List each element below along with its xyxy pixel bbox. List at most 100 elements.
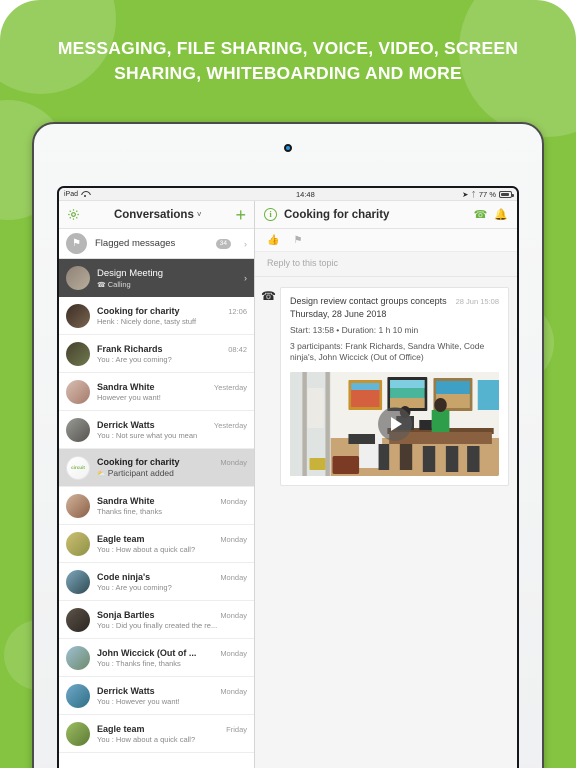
topic-title: Cooking for charity [284, 208, 390, 221]
conversation-name: Cooking for charity [97, 305, 180, 316]
conversations-toolbar: Conversations ˅ + [59, 201, 254, 229]
conversation-preview-text: Calling [107, 279, 131, 289]
conversation-body: Frank Richards 08:42 You : Are you coming? [97, 344, 247, 364]
topic-card-date: Thursday, 28 June 2018 [290, 309, 387, 319]
conversations-pane: Conversations ˅ + ⚑ Flagged messages 34 … [59, 201, 255, 768]
avatar [66, 341, 90, 366]
conversation-list[interactable]: Design Meeting ☎ Calling › Cooking for chari… [59, 259, 254, 768]
info-icon[interactable]: i [264, 208, 277, 221]
status-bar-right: ➤ ᛏ 77 % [462, 189, 514, 199]
conversation-preview-text: However you want! [97, 392, 161, 402]
conversation-row[interactable]: Eagle team Monday You : How about a quick … [59, 525, 254, 563]
recording-thumbnail[interactable] [290, 371, 499, 476]
bell-icon[interactable]: 🔔 [494, 208, 508, 221]
gear-icon[interactable] [67, 208, 80, 221]
conversation-timestamp: Monday [220, 458, 247, 467]
chevron-right-icon[interactable]: › [244, 273, 247, 283]
conversation-preview-text: Participant added [107, 468, 174, 478]
conversation-name: Derrick Watts [97, 685, 155, 696]
conversation-name: Frank Richards [97, 343, 163, 354]
topic-card[interactable]: Design review contact groups concepts 28… [280, 287, 509, 486]
avatar [66, 417, 90, 442]
conversation-name: Code ninja's [97, 571, 151, 582]
conversation-timestamp: Monday [220, 648, 247, 658]
carrier-label: iPad [64, 190, 79, 198]
person-added-icon: ⛅ [97, 471, 106, 478]
conversation-timestamp: Yesterday [213, 420, 247, 430]
conversation-body: Eagle team Monday You : How about a quick … [97, 534, 247, 554]
conversation-body: Sandra White Monday Thanks fine, thanks [97, 496, 247, 516]
conversation-name: Derrick Watts [97, 419, 155, 430]
phone-icon: ☎ [97, 281, 106, 289]
conversation-top-line: Sandra White Yesterday [97, 382, 247, 392]
conversation-body: Cooking for charity Monday ⛅ Participant ad… [97, 457, 247, 478]
conversation-timestamp: 08:42 [228, 344, 247, 354]
flagged-messages-label: Flagged messages [95, 238, 176, 249]
conversation-row[interactable]: circuit Cooking for charity Monday ⛅ Partici… [59, 449, 254, 487]
avatar [66, 303, 90, 328]
conversation-row[interactable]: Code ninja's Monday You : Are you coming? [59, 563, 254, 601]
conversation-row[interactable]: Cooking for charity 12:06 Henk : Nicely do… [59, 297, 254, 335]
split-view: Conversations ˅ + ⚑ Flagged messages 34 … [59, 201, 517, 768]
avatar [66, 531, 90, 556]
conversation-body: Code ninja's Monday You : Are you coming? [97, 572, 247, 592]
flagged-count-badge: 34 [215, 238, 231, 249]
chevron-down-icon: ˅ [196, 210, 202, 219]
conversation-row[interactable]: Sonja Bartles Monday You : Did you finally… [59, 601, 254, 639]
conversation-timestamp: Friday [226, 724, 247, 734]
conversation-preview-text: You : Are you coming? [97, 354, 172, 364]
conversation-preview: However you want! [97, 393, 247, 402]
conversation-top-line: Cooking for charity Monday [97, 457, 247, 467]
conversation-preview-text: Henk : Nicely done, tasty stuff [97, 316, 197, 326]
conversation-name: Eagle team [97, 533, 145, 544]
conversation-preview: Henk : Nicely done, tasty stuff [97, 317, 247, 326]
front-camera [284, 144, 292, 152]
conversation-name: Sandra White [97, 381, 155, 392]
conversations-title[interactable]: Conversations ˅ [80, 209, 235, 221]
avatar [66, 379, 90, 404]
phone-icon[interactable]: ☎ [474, 208, 488, 221]
conversation-body: Sonja Bartles Monday You : Did you finally… [97, 610, 247, 630]
phone-icon: ☎ [261, 289, 276, 303]
avatar-logo-label: circuit [71, 465, 85, 470]
topic-scroll-area[interactable]: 👍 ⚑ Reply to this topic ☎ Design review … [255, 229, 517, 768]
conversation-timestamp: Monday [220, 610, 247, 620]
conversation-body: Cooking for charity 12:06 Henk : Nicely do… [97, 306, 247, 326]
chevron-right-icon: › [244, 238, 247, 249]
promo-stage: MESSAGING, FILE SHARING, VOICE, VIDEO, S… [0, 0, 576, 768]
conversation-name: Cooking for charity [97, 457, 180, 467]
avatar [66, 266, 90, 290]
conversation-name: John Wiccick (Out of ... [97, 647, 197, 658]
conversation-row[interactable]: Frank Richards 08:42 You : Are you coming? [59, 335, 254, 373]
conversation-preview-text: You : However you want! [97, 696, 180, 706]
new-conversation-button[interactable]: + [235, 206, 246, 224]
conversation-row[interactable]: Derrick Watts Monday You : However you wan… [59, 677, 254, 715]
flagged-messages-row[interactable]: ⚑ Flagged messages 34 › [59, 229, 254, 259]
conversation-preview: You : Are you coming? [97, 355, 247, 364]
status-bar-left: iPad [64, 191, 256, 198]
topic-card-participants: 3 participants: Frank Richards, Sandra W… [290, 341, 485, 363]
flag-icon[interactable]: ⚑ [293, 235, 302, 246]
battery-percent-label: 77 % [478, 189, 496, 199]
conversation-row[interactable]: Derrick Watts Yesterday You : Not sure wha… [59, 411, 254, 449]
play-triangle [390, 416, 402, 431]
conversation-row[interactable]: Sandra White Monday Thanks fine, thanks [59, 487, 254, 525]
avatar [66, 607, 90, 632]
conversation-preview: ☎ Calling [97, 280, 232, 289]
conversation-row[interactable]: Design Meeting ☎ Calling › [59, 259, 254, 297]
conversation-name: Design Meeting [97, 267, 164, 279]
reaction-bar: 👍 ⚑ [255, 229, 517, 252]
conversation-body: Eagle team Friday You : How about a quick … [97, 724, 247, 744]
topic-pane: i Cooking for charity ☎ 🔔 👍 ⚑ Reply to t… [255, 201, 517, 768]
conversation-top-line: Eagle team Monday [97, 534, 247, 544]
conversation-preview: You : Not sure what you mean [97, 431, 247, 440]
bluetooth-icon: ᛏ [471, 189, 476, 199]
conversation-preview-text: You : How about a quick call? [97, 734, 196, 744]
thumbs-up-icon[interactable]: 👍 [267, 235, 279, 246]
conversation-row[interactable]: Sandra White Yesterday However you want! [59, 373, 254, 411]
play-icon[interactable] [377, 406, 412, 441]
promo-headline: MESSAGING, FILE SHARING, VOICE, VIDEO, S… [57, 38, 519, 84]
conversation-row[interactable]: Eagle team Friday You : How about a quick … [59, 715, 254, 753]
conversation-row[interactable]: John Wiccick (Out of ... Monday You : Than… [59, 639, 254, 677]
reply-placeholder[interactable]: Reply to this topic [255, 252, 517, 277]
